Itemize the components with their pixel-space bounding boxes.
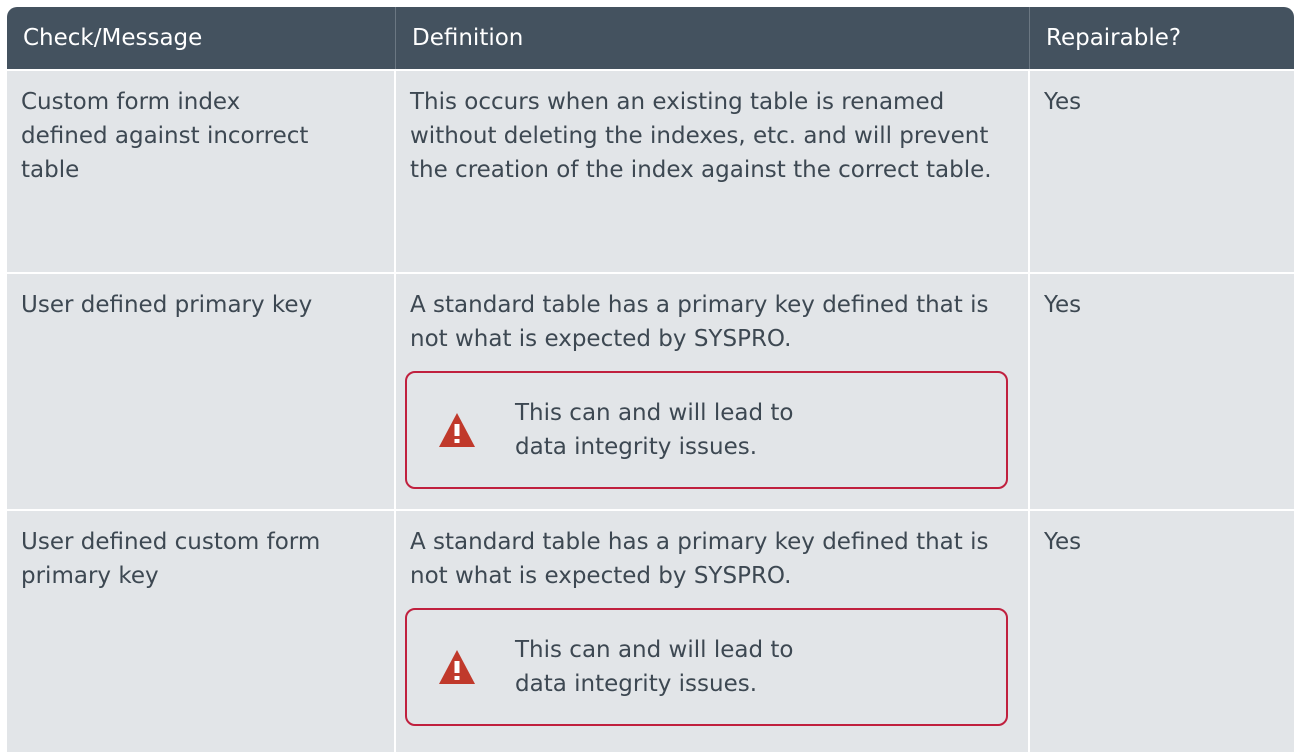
warning-triangle-icon xyxy=(439,650,475,684)
warning-note: This can and will lead to data integrity… xyxy=(405,608,1008,726)
header-repairable: Repairable? xyxy=(1046,25,1182,51)
definition-text: This occurs when an existing table is re… xyxy=(410,89,992,183)
repairable-cell: Yes xyxy=(1044,292,1082,318)
table-row: User defined custom form primary key A s… xyxy=(7,509,1294,752)
check-message-cell: Custom form index defined against incorr… xyxy=(7,71,396,272)
repairable-cell: Yes xyxy=(1044,529,1082,555)
warning-note-text: This can and will lead to data integrity… xyxy=(515,400,794,460)
definition-text: A standard table has a primary key defin… xyxy=(410,529,989,589)
definition-cell: A standard table has a primary key defin… xyxy=(396,274,1030,509)
definition-cell: This occurs when an existing table is re… xyxy=(396,71,1030,272)
check-message-cell: User defined primary key xyxy=(7,274,396,509)
definition-cell: A standard table has a primary key defin… xyxy=(396,511,1030,752)
definition-text: A standard table has a primary key defin… xyxy=(410,292,989,352)
header-check-message: Check/Message xyxy=(7,7,396,69)
table-header-row: Check/Message Definition Repairable? xyxy=(7,7,1294,69)
warning-note-text: This can and will lead to data integrity… xyxy=(515,637,794,697)
table-row: Custom form index defined against incorr… xyxy=(7,69,1294,272)
warning-note: This can and will lead to data integrity… xyxy=(405,371,1008,489)
checks-table: Check/Message Definition Repairable? Cus… xyxy=(7,7,1294,752)
header-definition: Definition xyxy=(396,7,1030,69)
warning-triangle-icon xyxy=(439,413,475,447)
repairable-cell: Yes xyxy=(1044,89,1082,115)
check-message-cell: User defined custom form primary key xyxy=(7,511,396,752)
table-row: User defined primary key A standard tabl… xyxy=(7,272,1294,509)
